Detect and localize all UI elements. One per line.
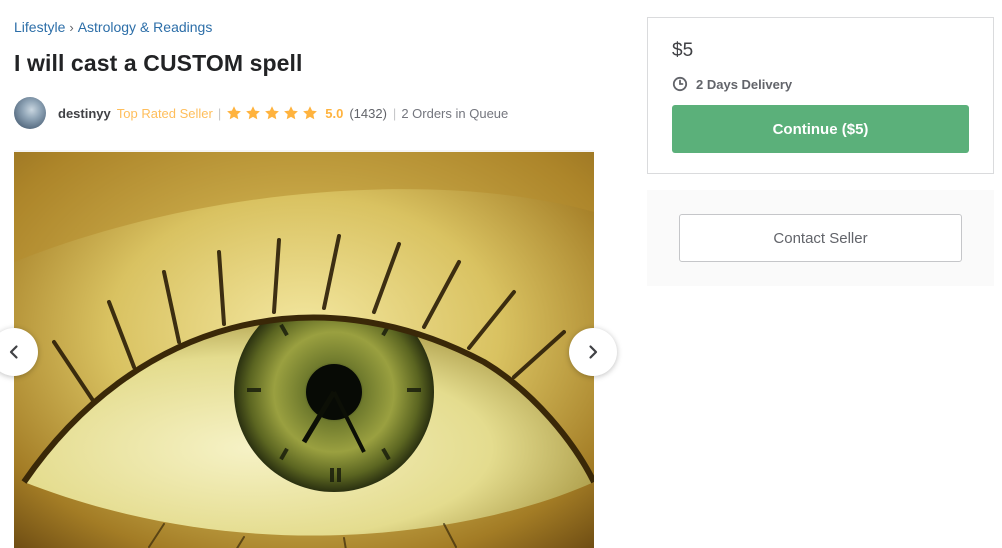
- package-price: $5: [672, 40, 694, 61]
- seller-name-link[interactable]: destinyy: [58, 106, 111, 121]
- divider: |: [392, 105, 397, 121]
- star-icon: [284, 106, 299, 120]
- delivery-info: 2 Days Delivery: [672, 76, 792, 92]
- star-icon: [227, 106, 242, 120]
- divider: |: [217, 105, 222, 121]
- breadcrumb-separator: ›: [69, 19, 74, 35]
- continue-button[interactable]: Continue ($5): [672, 105, 969, 153]
- rating-score: 5.0: [325, 105, 344, 121]
- seller-avatar[interactable]: [14, 97, 46, 129]
- chevron-right-icon: [589, 345, 598, 359]
- breadcrumb-lifestyle-link[interactable]: Lifestyle: [14, 19, 65, 35]
- gig-title: I will cast a CUSTOM spell: [14, 50, 303, 76]
- package-panel: $5 2 Days Delivery Continue ($5): [647, 17, 994, 174]
- chevron-left-icon: [9, 345, 18, 359]
- seller-overview: destinyy Top Rated Seller | 5.0 (1432) |…: [14, 96, 508, 130]
- delivery-time: 2 Days Delivery: [696, 76, 793, 92]
- star-icon: [265, 106, 280, 120]
- star-icon: [303, 106, 318, 120]
- contact-seller-button[interactable]: Contact Seller: [679, 214, 962, 262]
- breadcrumb-astrology-link[interactable]: Astrology & Readings: [78, 19, 213, 35]
- rating-count[interactable]: (1432): [349, 106, 387, 121]
- seller-level-badge: Top Rated Seller: [116, 105, 213, 121]
- gig-gallery: [14, 150, 594, 548]
- gig-main-image[interactable]: [14, 152, 594, 548]
- orders-in-queue: 2 Orders in Queue: [401, 105, 509, 121]
- star-icon: [246, 106, 261, 120]
- clock-icon: [672, 76, 688, 92]
- rating-stars[interactable]: [226, 105, 321, 121]
- contact-panel: Contact Seller: [647, 190, 994, 286]
- breadcrumb: Lifestyle › Astrology & Readings: [14, 19, 212, 35]
- gallery-next-button[interactable]: [569, 328, 617, 376]
